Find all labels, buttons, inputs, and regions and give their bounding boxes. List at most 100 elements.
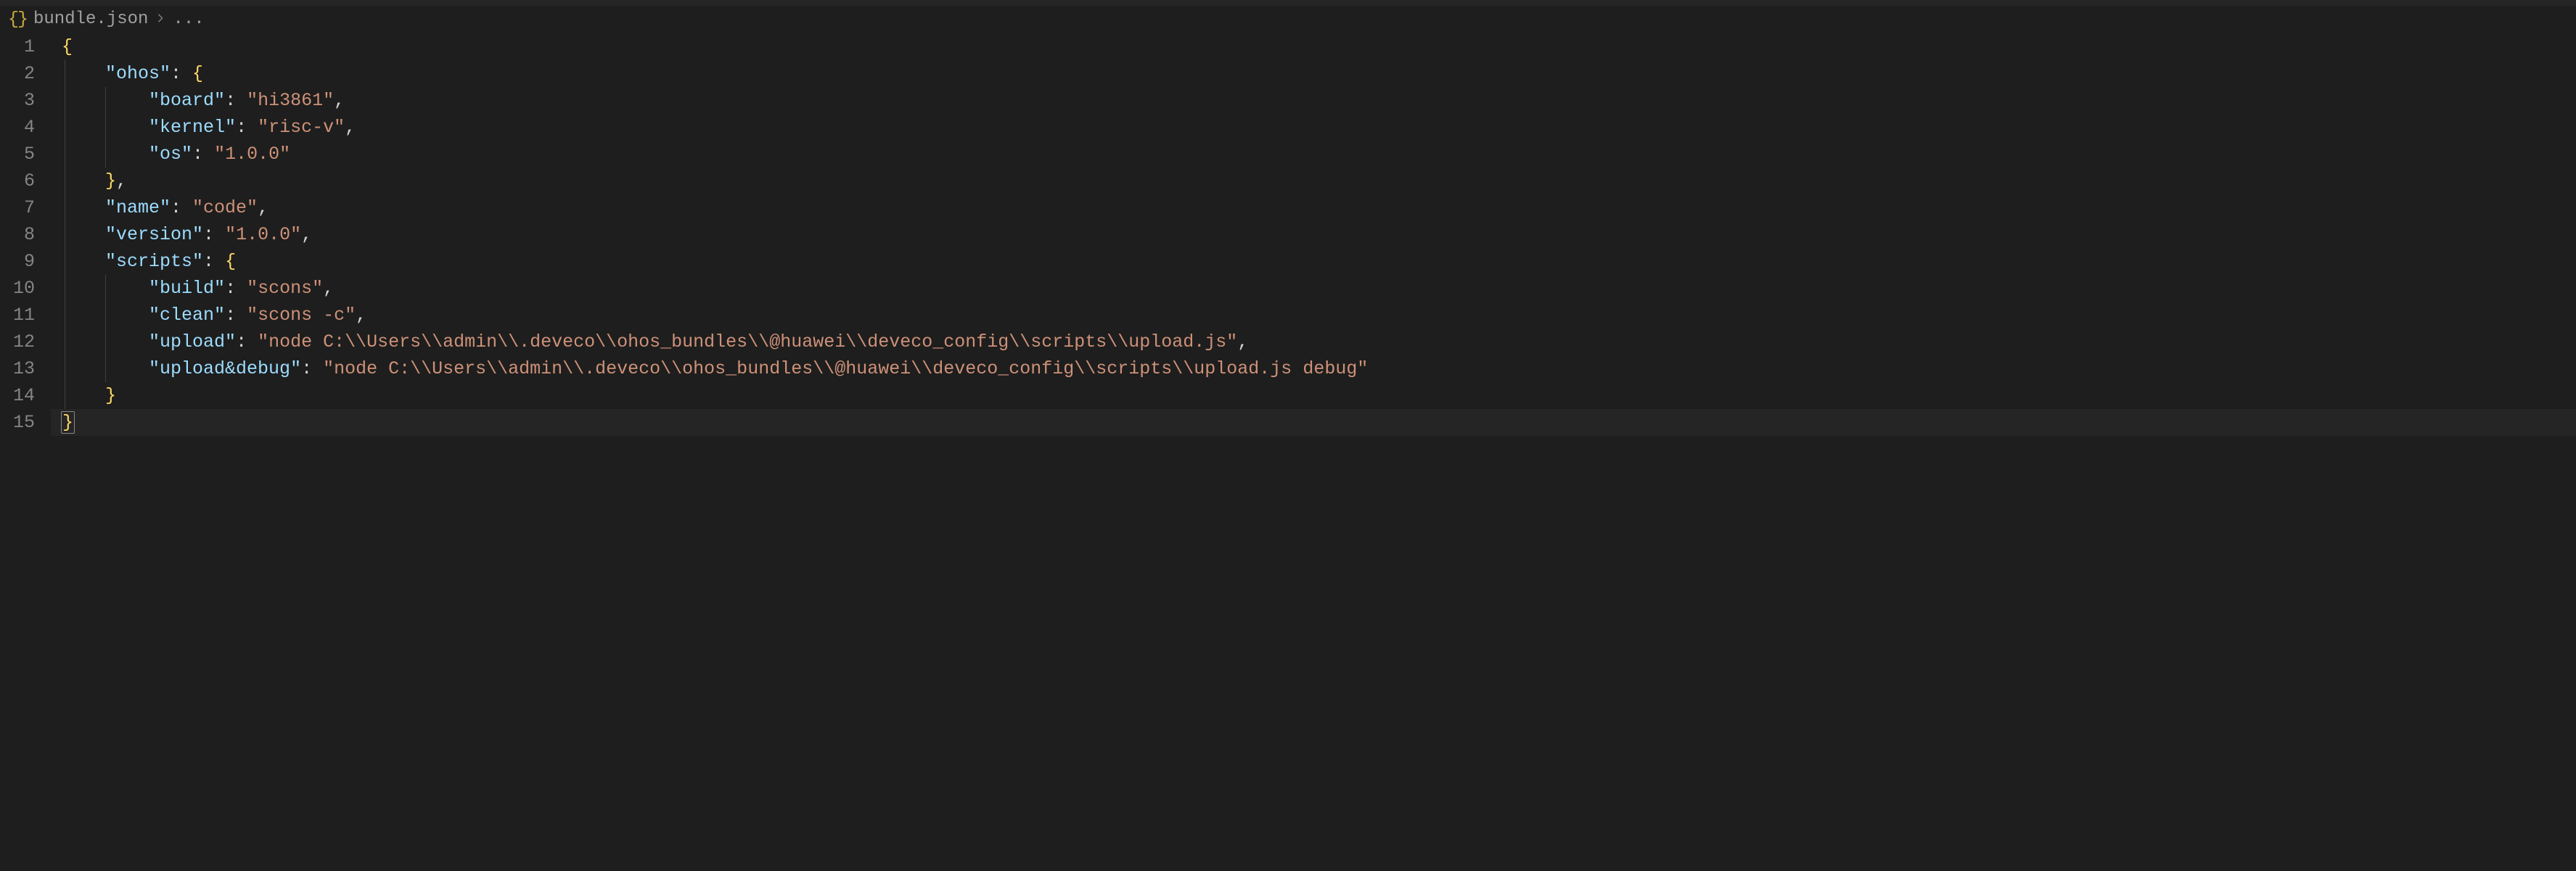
- code-line[interactable]: }: [51, 382, 2576, 409]
- line-number: 6: [0, 168, 35, 194]
- code-line[interactable]: "upload&debug": "node C:\\Users\\admin\\…: [51, 355, 2576, 382]
- code-line[interactable]: "clean": "scons -c",: [51, 302, 2576, 329]
- code-line[interactable]: "name": "code",: [51, 194, 2576, 221]
- token-str: "scons": [247, 278, 323, 299]
- breadcrumb-filename: bundle.json: [33, 9, 148, 29]
- token-key: "build": [149, 278, 225, 299]
- token-ppunct: :: [171, 197, 192, 218]
- token-ppunct: :: [225, 90, 247, 111]
- token-key: "board": [149, 90, 225, 111]
- token-ppunct: :: [236, 117, 258, 138]
- indent-guide: [105, 329, 106, 355]
- indent-guide: [105, 87, 106, 114]
- indent-whitespace: [51, 224, 105, 245]
- code-area[interactable]: { "ohos": { "board": "hi3861", "kernel":…: [51, 33, 2576, 868]
- code-editor[interactable]: 123456789101112131415 { "ohos": { "board…: [0, 33, 2576, 868]
- code-line[interactable]: "os": "1.0.0": [51, 141, 2576, 168]
- line-number: 13: [0, 355, 35, 382]
- indent-whitespace: [51, 278, 149, 299]
- token-key: "name": [105, 197, 171, 218]
- line-number: 7: [0, 194, 35, 221]
- indent-whitespace: [51, 251, 105, 272]
- code-line[interactable]: },: [51, 168, 2576, 194]
- code-line[interactable]: "kernel": "risc-v",: [51, 114, 2576, 141]
- code-line[interactable]: {: [51, 33, 2576, 60]
- token-ppunct: ,: [301, 224, 312, 245]
- token-ppunct: ,: [356, 305, 366, 326]
- token-str: "risc-v": [258, 117, 345, 138]
- token-punct: }: [105, 385, 116, 406]
- token-ppunct: :: [236, 331, 258, 352]
- token-punct: {: [62, 36, 73, 57]
- code-line[interactable]: "version": "1.0.0",: [51, 221, 2576, 248]
- indent-whitespace: [51, 385, 105, 406]
- token-ppunct: ,: [116, 170, 127, 191]
- line-number: 1: [0, 33, 35, 60]
- indent-whitespace: [51, 170, 105, 191]
- token-str: "node C:\\Users\\admin\\.deveco\\ohos_bu…: [323, 358, 1368, 379]
- breadcrumb-ellipsis[interactable]: ...: [173, 9, 204, 29]
- line-number: 10: [0, 275, 35, 302]
- line-number: 5: [0, 141, 35, 168]
- line-number: 3: [0, 87, 35, 114]
- indent-whitespace: [51, 63, 105, 84]
- indent-whitespace: [51, 331, 149, 352]
- token-str: "1.0.0": [214, 144, 290, 165]
- token-ppunct: :: [301, 358, 323, 379]
- token-key: "upload": [149, 331, 236, 352]
- token-key: "version": [105, 224, 203, 245]
- indent-whitespace: [51, 358, 149, 379]
- line-number: 8: [0, 221, 35, 248]
- token-ppunct: ,: [1237, 331, 1248, 352]
- token-punct: }: [105, 170, 116, 191]
- code-line[interactable]: "scripts": {: [51, 248, 2576, 275]
- indent-whitespace: [51, 144, 149, 165]
- token-str: "hi3861": [247, 90, 334, 111]
- code-line[interactable]: "ohos": {: [51, 60, 2576, 87]
- indent-whitespace: [51, 305, 149, 326]
- token-str: "node C:\\Users\\admin\\.deveco\\ohos_bu…: [258, 331, 1237, 352]
- line-number: 11: [0, 302, 35, 329]
- breadcrumb: {} bundle.json ...: [0, 6, 2576, 33]
- token-key: "upload&debug": [149, 358, 301, 379]
- line-number: 12: [0, 329, 35, 355]
- token-ppunct: ,: [345, 117, 356, 138]
- token-ppunct: ,: [258, 197, 268, 218]
- indent-whitespace: [51, 197, 105, 218]
- token-str: "code": [192, 197, 258, 218]
- token-str: "1.0.0": [225, 224, 301, 245]
- token-key: "ohos": [105, 63, 171, 84]
- token-ppunct: :: [203, 224, 225, 245]
- indent-whitespace: [51, 36, 62, 57]
- breadcrumb-file[interactable]: {} bundle.json: [7, 9, 148, 29]
- line-number: 15: [0, 409, 35, 436]
- indent-guide: [105, 275, 106, 302]
- token-ppunct: :: [171, 63, 192, 84]
- token-punct: {: [225, 251, 236, 272]
- token-ppunct: :: [203, 251, 225, 272]
- title-bar-spacer: [0, 0, 2576, 6]
- token-key: "scripts": [105, 251, 203, 272]
- token-key: "kernel": [149, 117, 236, 138]
- indent-whitespace: [51, 412, 62, 433]
- token-ppunct: :: [225, 278, 247, 299]
- indent-guide: [105, 141, 106, 168]
- token-ppunct: :: [192, 144, 214, 165]
- code-line[interactable]: }: [51, 409, 2576, 436]
- token-ppunct: ,: [334, 90, 345, 111]
- indent-whitespace: [51, 90, 149, 111]
- code-line[interactable]: "board": "hi3861",: [51, 87, 2576, 114]
- code-line[interactable]: "upload": "node C:\\Users\\admin\\.devec…: [51, 329, 2576, 355]
- token-key: "clean": [149, 305, 225, 326]
- json-file-icon: {}: [7, 9, 28, 29]
- token-key: "os": [149, 144, 192, 165]
- indent-guide: [105, 355, 106, 382]
- code-line[interactable]: "build": "scons",: [51, 275, 2576, 302]
- indent-guide: [105, 114, 106, 141]
- line-number: 9: [0, 248, 35, 275]
- line-number: 2: [0, 60, 35, 87]
- token-ppunct: :: [225, 305, 247, 326]
- token-str: "scons -c": [247, 305, 356, 326]
- token-punct: }: [61, 411, 75, 434]
- line-number-gutter: 123456789101112131415: [0, 33, 51, 868]
